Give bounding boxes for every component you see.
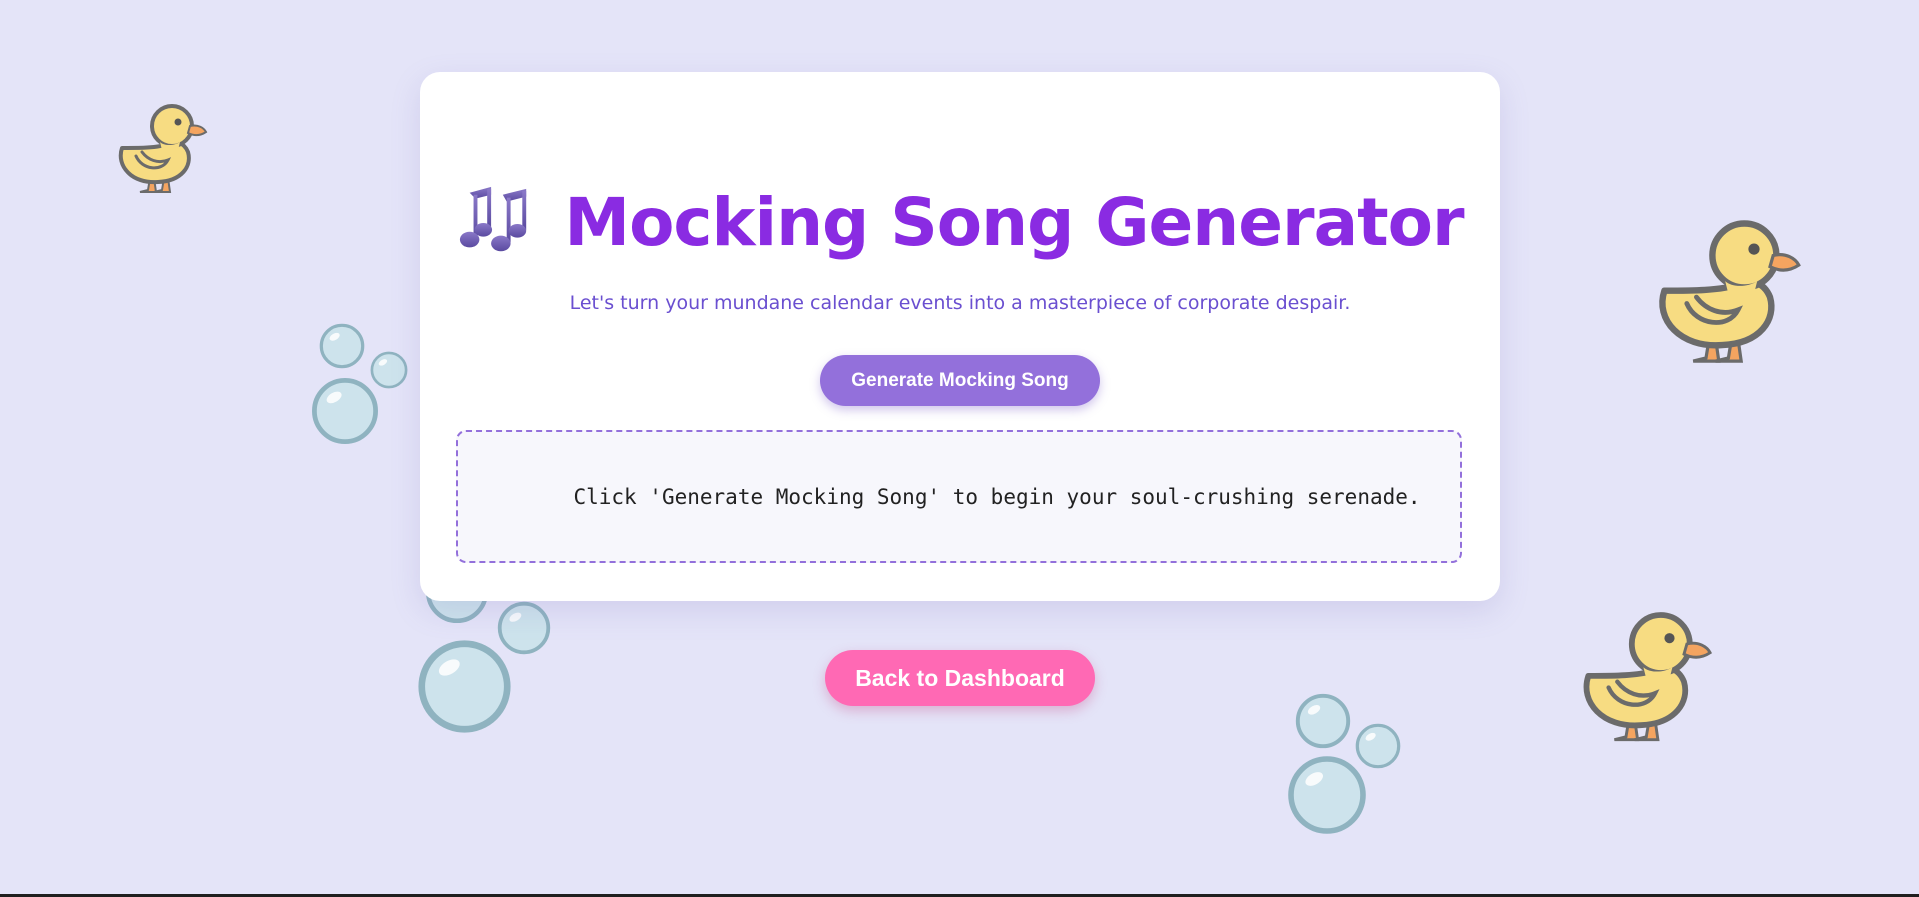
page-subtitle: Let's turn your mundane calendar events … xyxy=(569,292,1351,314)
bubble-icon xyxy=(1287,755,1367,835)
bubble-icon xyxy=(417,639,512,734)
song-output-placeholder: Click 'Generate Mocking Song' to begin y… xyxy=(573,484,1421,509)
bubble-icon xyxy=(319,323,365,369)
song-generator-card: Mocking Song Generator Let's turn your m… xyxy=(420,72,1500,601)
duck-icon xyxy=(1642,200,1802,375)
song-output-box: Click 'Generate Mocking Song' to begin y… xyxy=(456,430,1462,563)
generate-mocking-song-button[interactable]: Generate Mocking Song xyxy=(820,355,1100,406)
bubble-icon xyxy=(311,377,379,445)
musical-notes-icon xyxy=(456,183,534,261)
duck-icon xyxy=(1568,597,1713,749)
duck-icon xyxy=(108,96,208,196)
back-to-dashboard-button[interactable]: Back to Dashboard xyxy=(825,650,1095,706)
bubbles-icon xyxy=(1285,690,1405,835)
page: Mocking Song Generator Let's turn your m… xyxy=(0,0,1919,897)
page-title: Mocking Song Generator xyxy=(564,183,1464,261)
bubbles-icon xyxy=(300,320,420,450)
bubble-icon xyxy=(1295,693,1351,749)
title-row: Mocking Song Generator xyxy=(420,172,1500,272)
